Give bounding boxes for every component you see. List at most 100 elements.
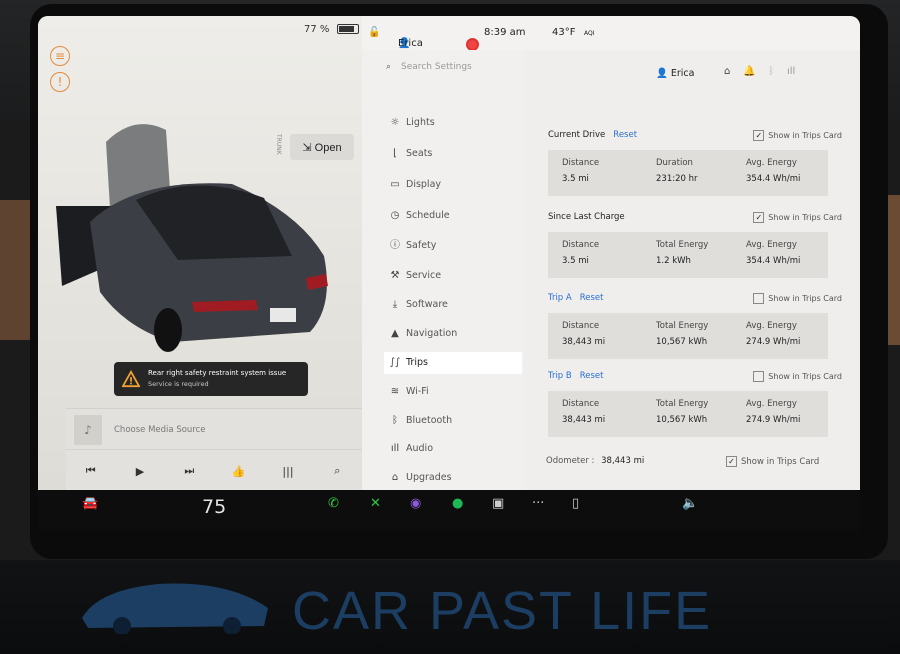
alert-title: Rear right safety restraint system issue xyxy=(148,369,287,377)
display-icon: ▭ xyxy=(390,179,400,190)
bell-icon[interactable]: 🔔 xyxy=(743,66,755,77)
equalizer-icon[interactable]: ||| xyxy=(276,465,300,478)
menu-item-wifi[interactable]: ≋ Wi-Fi xyxy=(384,381,522,403)
menu-label: Bluetooth xyxy=(406,415,453,426)
menu-item-seats[interactable]: ⌊ Seats xyxy=(384,143,522,165)
menu-item-software[interactable]: ⤓ Software xyxy=(384,294,522,316)
car-model-3-image[interactable] xyxy=(42,116,342,356)
avg-energy-value: 354.4 Wh/mi xyxy=(746,256,801,266)
trip-card: Distance 3.5 mi Duration 231:20 hr Avg. En… xyxy=(548,150,828,196)
trip-b-section: Trip B Reset Show in Trips Card Distance 3… xyxy=(548,371,842,437)
media-player: ♪ Choose Media Source ⏮ ▶ ⏭ 👍 ||| ⌕ xyxy=(66,408,362,490)
spotify-icon[interactable]: ● xyxy=(452,496,463,511)
download-icon: ⤓ xyxy=(392,299,398,310)
thumbs-up-icon[interactable]: 👍 xyxy=(227,465,251,478)
previous-track-icon[interactable]: ⏮ xyxy=(79,464,103,478)
safety-icon: ⓘ xyxy=(390,240,400,251)
more-apps-icon[interactable]: ··· xyxy=(532,496,544,511)
total-energy-value: 1.2 kWh xyxy=(656,256,691,266)
section-title: Current Drive xyxy=(548,130,606,140)
duration-value: 231:20 hr xyxy=(656,174,698,184)
menu-item-audio[interactable]: ıll Audio xyxy=(384,438,522,460)
alert-banner[interactable]: Rear right safety restraint system issue… xyxy=(114,362,308,396)
next-track-icon[interactable]: ⏭ xyxy=(177,464,201,478)
warning-triangle-icon xyxy=(122,370,140,388)
menu-label: Navigation xyxy=(406,328,458,339)
menu-item-navigation[interactable]: ▲ Navigation xyxy=(384,323,522,345)
search-settings-input[interactable]: Search Settings xyxy=(401,62,472,72)
odometer-label: Odometer : xyxy=(546,456,595,466)
headlight-icon[interactable]: ≡ xyxy=(50,46,70,66)
menu-item-display[interactable]: ▭ Display xyxy=(384,174,522,196)
reset-button[interactable]: Reset xyxy=(613,130,637,140)
total-energy-label: Total Energy xyxy=(656,321,709,331)
phone-icon[interactable]: ✆ xyxy=(328,496,339,511)
app-launcher-icon[interactable]: ▯ xyxy=(572,496,579,511)
bluetooth-icon[interactable]: ᛒ xyxy=(768,66,774,77)
trip-card: Distance 38,443 mi Total Energy 10,567 kWh… xyxy=(548,391,828,437)
dashcam-icon[interactable]: ▣ xyxy=(492,496,504,511)
air-quality: AQI xyxy=(584,30,595,37)
music-note-icon: ♪ xyxy=(74,415,102,445)
header-icons: ⌂ 🔔 ᛒ ıll xyxy=(724,66,795,77)
menu-item-upgrades[interactable]: ⌂ Upgrades xyxy=(384,467,522,489)
total-energy-label: Total Energy xyxy=(656,240,709,250)
play-icon[interactable]: ▶ xyxy=(128,465,152,478)
show-in-trips-card-checkbox[interactable]: Show in Trips Card xyxy=(753,293,842,304)
menu-item-bluetooth[interactable]: ᛒ Bluetooth xyxy=(384,410,522,432)
cancel-call-icon[interactable]: ✕ xyxy=(370,496,381,511)
watermark-text: CAR PAST LIFE xyxy=(292,581,713,641)
menu-item-trips[interactable]: ∫∫ Trips xyxy=(384,352,522,374)
seat-icon: ⌊ xyxy=(393,148,397,159)
media-controls: ⏮ ▶ ⏭ 👍 ||| ⌕ xyxy=(66,449,362,490)
dashboard-wood-trim-left xyxy=(0,200,30,340)
wrench-icon: ⚒ xyxy=(390,270,400,281)
content-user-name: Erica xyxy=(670,68,695,79)
media-source-label[interactable]: Choose Media Source xyxy=(114,425,206,435)
menu-label: Seats xyxy=(406,148,433,159)
reset-button[interactable]: Reset xyxy=(580,293,604,303)
light-icon: ☼ xyxy=(390,117,400,128)
show-in-trips-card-checkbox[interactable]: Show in Trips Card xyxy=(753,371,842,382)
avg-energy-value: 274.9 Wh/mi xyxy=(746,337,801,347)
lock-icon[interactable]: 🔓 xyxy=(368,27,380,38)
show-in-trips-card-checkbox[interactable]: ✓ Show in Trips Card xyxy=(753,130,842,141)
show-in-trips-card-checkbox[interactable]: ✓ Show in Trips Card xyxy=(753,212,842,223)
volume-icon[interactable]: 🔈 xyxy=(682,496,698,511)
distance-label: Distance xyxy=(562,321,600,331)
distance-label: Distance xyxy=(562,399,600,409)
trips-icon: ∫∫ xyxy=(389,357,401,368)
duration-label: Duration xyxy=(656,158,693,168)
menu-label: Audio xyxy=(406,443,434,454)
search-settings[interactable]: ⌕ Search Settings xyxy=(386,62,472,72)
checkbox-label: Show in Trips Card xyxy=(768,131,842,140)
menu-item-safety[interactable]: ⓘ Safety xyxy=(384,235,522,257)
trip-card: Distance 38,443 mi Total Energy 10,567 kWh… xyxy=(548,313,828,359)
lock-icon: ⌂ xyxy=(391,472,399,483)
distance-value: 38,443 mi xyxy=(562,337,606,347)
menu-item-lights[interactable]: ☼ Lights xyxy=(384,112,522,134)
garage-icon[interactable]: ⌂ xyxy=(724,66,730,77)
checkbox-label: Show in Trips Card xyxy=(768,213,842,222)
menu-item-schedule[interactable]: ◷ Schedule xyxy=(384,205,522,227)
menu-label: Lights xyxy=(406,117,435,128)
menu-label: Display xyxy=(406,179,442,190)
show-in-trips-card-checkbox[interactable]: ✓ Show in Trips Card xyxy=(726,456,819,467)
checkbox-label: Show in Trips Card xyxy=(768,294,842,303)
avg-energy-value: 354.4 Wh/mi xyxy=(746,174,801,184)
menu-label: Wi-Fi xyxy=(406,386,429,397)
distance-label: Distance xyxy=(562,240,600,250)
car-icon[interactable]: 🚘 xyxy=(82,496,98,511)
warning-light-icon: ! xyxy=(50,72,70,92)
camera-app-icon[interactable]: ◉ xyxy=(410,496,421,511)
total-energy-value: 10,567 kWh xyxy=(656,415,708,425)
menu-item-service[interactable]: ⚒ Service xyxy=(384,265,522,287)
trip-card: Distance 3.5 mi Total Energy 1.2 kWh Avg. … xyxy=(548,232,828,278)
avg-energy-label: Avg. Energy xyxy=(746,399,797,409)
cabin-temperature[interactable]: 75 xyxy=(202,496,226,518)
reset-button[interactable]: Reset xyxy=(580,371,604,381)
checkbox-checked-icon: ✓ xyxy=(753,130,765,141)
content-user[interactable]: 👤 Erica xyxy=(656,68,694,79)
battery-percent: 77 % xyxy=(304,24,330,35)
search-icon[interactable]: ⌕ xyxy=(325,464,349,478)
